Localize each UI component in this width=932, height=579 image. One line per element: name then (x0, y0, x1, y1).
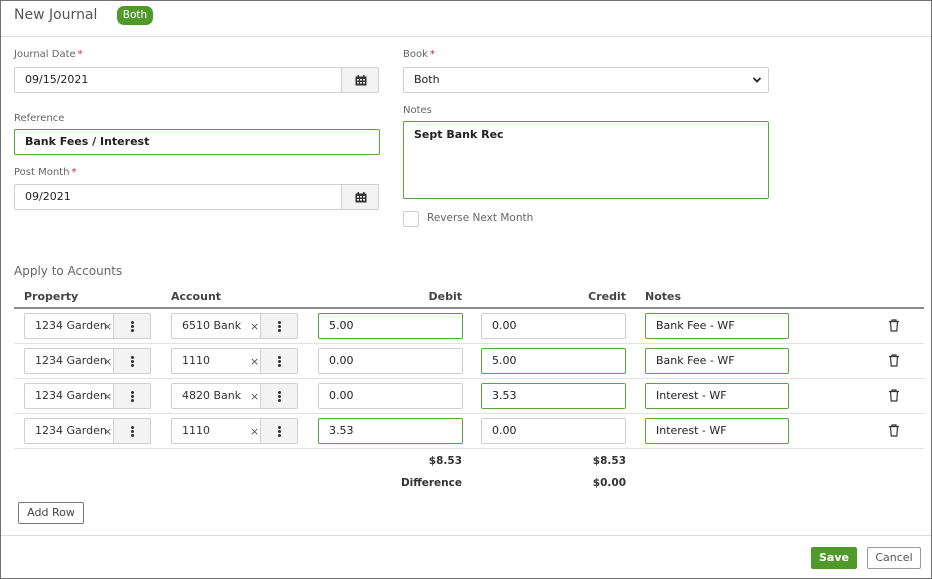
row-divider (14, 413, 924, 414)
row-1-account-more-button[interactable] (260, 313, 298, 339)
clear-icon[interactable]: × (250, 350, 259, 374)
row-4-account-more-button[interactable] (260, 418, 298, 444)
row-4-account-value: 1110 (182, 424, 210, 437)
row-4-account-select[interactable]: 1110 × (171, 418, 298, 444)
cancel-button[interactable]: Cancel (867, 547, 921, 569)
row-divider (14, 378, 924, 379)
clear-icon[interactable]: × (103, 315, 112, 339)
clear-icon[interactable]: × (250, 315, 259, 339)
row-4-property-select[interactable]: 1234 Garden × (24, 418, 151, 444)
row-divider (14, 448, 924, 449)
post-month-label: Post Month * (14, 167, 77, 178)
row-4-property-more-button[interactable] (113, 418, 151, 444)
book-badge: Both (117, 6, 153, 25)
reverse-next-month-label: Reverse Next Month (427, 212, 534, 224)
required-marker: * (71, 167, 77, 178)
clear-icon[interactable]: × (103, 350, 112, 374)
header-divider (1, 36, 931, 37)
col-header-debit: Debit (428, 290, 463, 303)
more-vertical-icon (278, 391, 281, 394)
row-2-account-select[interactable]: 1110 × (171, 348, 298, 374)
trash-icon[interactable] (888, 389, 900, 402)
trash-icon[interactable] (888, 424, 900, 437)
row-3-account-more-button[interactable] (260, 383, 298, 409)
book-label: Book * (403, 49, 435, 60)
add-row-button[interactable]: Add Row (18, 502, 84, 524)
trash-icon[interactable] (888, 319, 900, 332)
row-4-property-value: 1234 Garden (35, 424, 107, 437)
col-header-account: Account (171, 290, 222, 303)
row-1-account-select[interactable]: 6510 Bank × (171, 313, 298, 339)
row-2-account-value: 1110 (182, 354, 210, 367)
row-3-property-select[interactable]: 1234 Garden × (24, 383, 151, 409)
row-divider (14, 343, 924, 344)
journal-date-input[interactable]: 09/15/2021 (14, 67, 342, 93)
difference-label: Difference (400, 477, 462, 489)
book-select-value: Both (414, 73, 440, 86)
calendar-icon (355, 192, 367, 203)
row-2-property-select[interactable]: 1234 Garden × (24, 348, 151, 374)
row-4-notes-input[interactable]: Interest - WF (645, 418, 789, 444)
row-1-debit-input[interactable]: 5.00 (318, 313, 463, 339)
row-3-property-more-button[interactable] (113, 383, 151, 409)
clear-icon[interactable]: × (250, 385, 259, 409)
more-vertical-icon (278, 426, 281, 429)
row-1-property-value: 1234 Garden (35, 319, 107, 332)
row-1-property-select[interactable]: 1234 Garden × (24, 313, 151, 339)
more-vertical-icon (131, 321, 134, 324)
calendar-icon (355, 75, 367, 86)
row-2-property-more-button[interactable] (113, 348, 151, 374)
col-header-property: Property (24, 290, 79, 303)
trash-icon[interactable] (888, 354, 900, 367)
row-4-credit-input[interactable]: 0.00 (481, 418, 626, 444)
more-vertical-icon (278, 321, 281, 324)
more-vertical-icon (131, 426, 134, 429)
apply-to-accounts-title: Apply to Accounts (14, 264, 123, 278)
journal-date-picker-button[interactable] (341, 67, 379, 93)
required-marker: * (77, 49, 83, 60)
row-4-debit-input[interactable]: 3.53 (318, 418, 463, 444)
row-3-debit-input[interactable]: 0.00 (318, 383, 463, 409)
post-month-input[interactable]: 09/2021 (14, 184, 342, 210)
row-1-credit-input[interactable]: 0.00 (481, 313, 626, 339)
more-vertical-icon (278, 356, 281, 359)
row-3-property-value: 1234 Garden (35, 389, 107, 402)
notes-label: Notes (403, 105, 432, 116)
row-2-debit-input[interactable]: 0.00 (318, 348, 463, 374)
row-3-notes-input[interactable]: Interest - WF (645, 383, 789, 409)
chevron-down-icon (752, 77, 762, 83)
row-1-account-value: 6510 Bank (182, 319, 242, 332)
credit-total: $8.53 (592, 455, 626, 467)
col-header-notes: Notes (645, 290, 682, 303)
required-marker: * (429, 49, 435, 60)
row-3-credit-input[interactable]: 3.53 (481, 383, 626, 409)
notes-textarea[interactable]: Sept Bank Rec (403, 121, 769, 199)
reverse-next-month-checkbox[interactable] (403, 211, 419, 227)
clear-icon[interactable]: × (103, 420, 112, 444)
more-vertical-icon (131, 356, 134, 359)
row-1-property-more-button[interactable] (113, 313, 151, 339)
row-2-account-more-button[interactable] (260, 348, 298, 374)
row-1-notes-input[interactable]: Bank Fee - WF (645, 313, 789, 339)
reference-input[interactable]: Bank Fees / Interest (14, 129, 380, 155)
row-2-property-value: 1234 Garden (35, 354, 107, 367)
reference-label: Reference (14, 113, 65, 124)
clear-icon[interactable]: × (103, 385, 112, 409)
book-select[interactable]: Both (403, 67, 769, 93)
footer-divider (1, 535, 931, 536)
journal-date-label: Journal Date * (14, 49, 83, 60)
difference-value: $0.00 (592, 477, 626, 489)
row-2-credit-input[interactable]: 5.00 (481, 348, 626, 374)
table-header-divider (14, 307, 924, 309)
more-vertical-icon (131, 391, 134, 394)
col-header-credit: Credit (588, 290, 626, 303)
row-2-notes-input[interactable]: Bank Fee - WF (645, 348, 789, 374)
debit-total: $8.53 (428, 455, 462, 467)
save-button[interactable]: Save (811, 547, 857, 569)
row-3-account-select[interactable]: 4820 Bank × (171, 383, 298, 409)
clear-icon[interactable]: × (250, 420, 259, 444)
post-month-picker-button[interactable] (341, 184, 379, 210)
row-3-account-value: 4820 Bank (182, 389, 242, 402)
page-title: New Journal (14, 7, 98, 23)
